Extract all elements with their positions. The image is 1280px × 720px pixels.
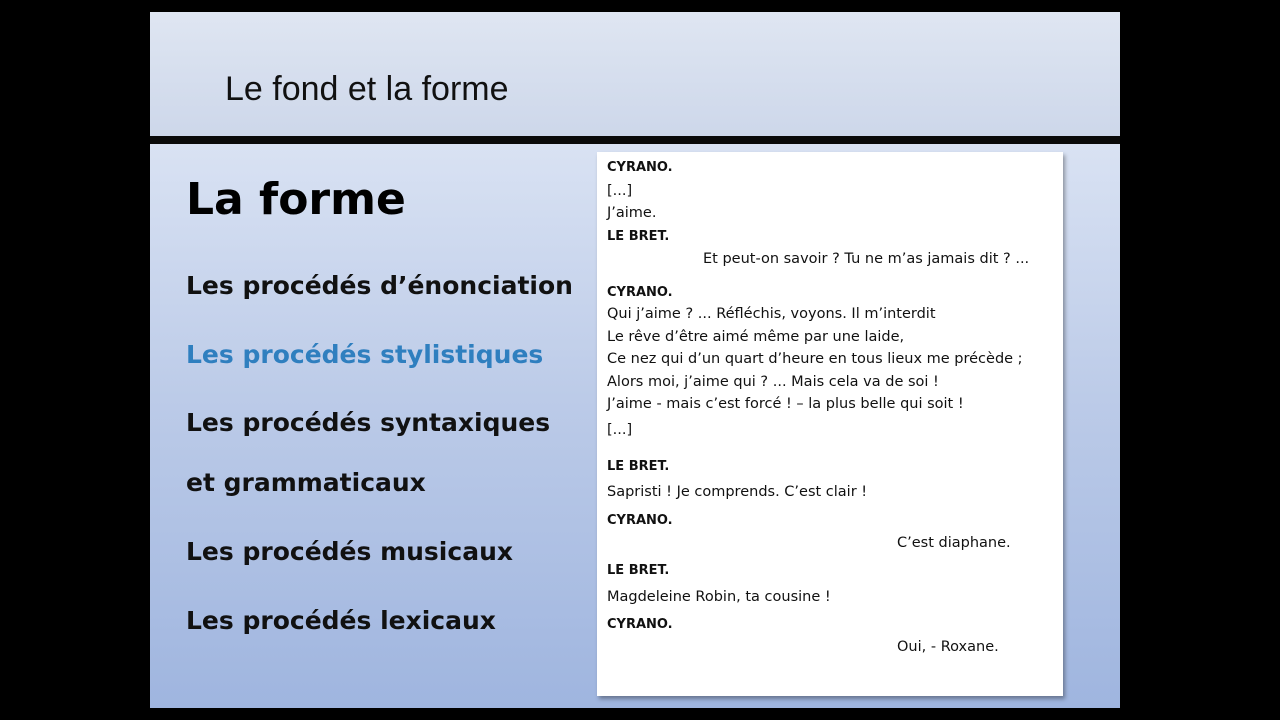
- excerpt-line: [...]: [607, 422, 633, 438]
- speaker-le-bret: LE BRET.: [607, 563, 670, 578]
- list-item-musicaux: Les procédés musicaux: [186, 537, 513, 566]
- excerpt-line: Alors moi, j’aime qui ? ... Mais cela va…: [607, 374, 939, 390]
- speaker-le-bret: LE BRET.: [607, 459, 670, 474]
- list-item-lexicaux: Les procédés lexicaux: [186, 606, 496, 635]
- list-item-grammaticaux: et grammaticaux: [186, 468, 426, 497]
- title-divider: [150, 136, 1120, 144]
- list-item-enonciation: Les procédés d’énonciation: [186, 271, 573, 300]
- speaker-cyrano: CYRANO.: [607, 160, 673, 175]
- speaker-cyrano: CYRANO.: [607, 285, 673, 300]
- slide: Le fond et la forme La forme Les procédé…: [150, 12, 1120, 708]
- excerpt-line: C’est diaphane.: [897, 535, 1011, 551]
- list-item-stylistiques: Les procédés stylistiques: [186, 340, 544, 369]
- list-item-syntaxiques: Les procédés syntaxiques: [186, 408, 551, 437]
- excerpt-line: Et peut-on savoir ? Tu ne m’as jamais di…: [703, 251, 1030, 267]
- excerpt-line: Sapristi ! Je comprends. C’est clair !: [607, 484, 868, 500]
- excerpt-line: Qui j’aime ? ... Réfléchis, voyons. Il m…: [607, 306, 936, 322]
- speaker-le-bret: LE BRET.: [607, 229, 670, 244]
- slide-title: Le fond et la forme: [225, 70, 509, 108]
- excerpt-line: J’aime.: [607, 205, 657, 221]
- excerpt-line: J’aime - mais c’est forcé ! – la plus be…: [607, 396, 964, 412]
- excerpt-line: Oui, - Roxane.: [897, 639, 999, 655]
- title-bar: Le fond et la forme: [150, 12, 1120, 136]
- excerpt-line: Ce nez qui d’un quart d’heure en tous li…: [607, 351, 1023, 367]
- play-excerpt-box: CYRANO. [...] J’aime. LE BRET. Et peut-o…: [597, 152, 1063, 696]
- speaker-cyrano: CYRANO.: [607, 617, 673, 632]
- excerpt-line: Magdeleine Robin, ta cousine !: [607, 589, 831, 605]
- excerpt-line: Le rêve d’être aimé même par une laide,: [607, 329, 905, 345]
- section-heading: La forme: [186, 174, 406, 225]
- slide-content: La forme Les procédés d’énonciation Les …: [150, 144, 1120, 708]
- speaker-cyrano: CYRANO.: [607, 513, 673, 528]
- excerpt-line: [...]: [607, 183, 633, 199]
